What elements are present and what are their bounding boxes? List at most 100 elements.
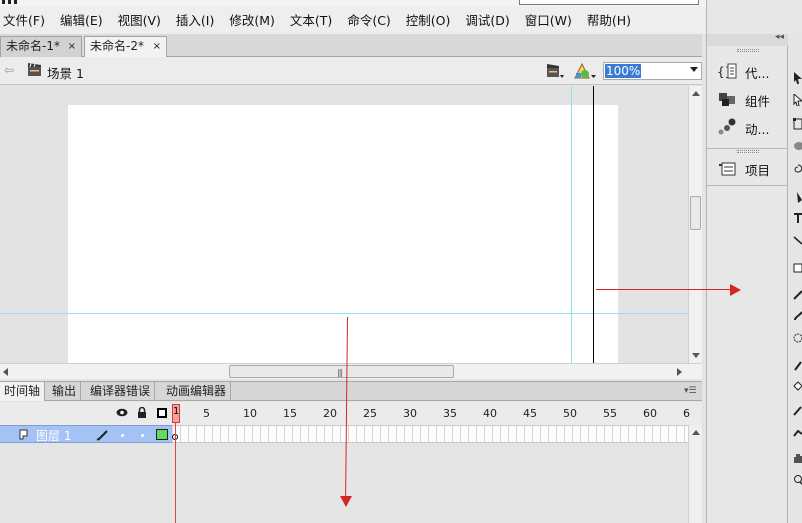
eraser-tool-icon[interactable] [793, 428, 802, 440]
ruler-tick: 30 [403, 407, 417, 420]
workspace-switcher-area [706, 0, 802, 34]
paint-bucket-tool-icon[interactable] [793, 380, 802, 392]
frame-ruler[interactable]: 5 10 15 20 25 30 35 40 45 50 55 60 6 [172, 402, 690, 425]
app-logo-icon [0, 0, 20, 4]
timeline-empty-area [0, 443, 688, 523]
edit-scene-icon[interactable] [546, 63, 564, 79]
3d-rotation-tool-icon[interactable] [793, 140, 802, 152]
menu-help[interactable]: 帮助(H) [583, 12, 635, 30]
zoom-value[interactable]: 100% [605, 64, 642, 78]
menu-modify[interactable]: 修改(M) [225, 12, 279, 30]
doc-tab-label: 未命名-2* [90, 39, 144, 53]
menu-edit[interactable]: 编辑(E) [56, 12, 107, 30]
layer-name[interactable]: 图层 1 [36, 427, 71, 444]
tab-timeline[interactable]: 时间轴 [0, 382, 46, 401]
dock-item-components[interactable]: 组件 [717, 88, 787, 110]
menu-file[interactable]: 文件(F) [0, 12, 49, 30]
menu-window[interactable]: 窗口(W) [521, 12, 576, 30]
menu-debug[interactable]: 调试(D) [461, 12, 513, 30]
dock-item-label: 动... [745, 122, 770, 137]
tab-motion-editor[interactable]: 动画编辑器 [162, 382, 232, 401]
vertical-guide[interactable] [571, 86, 572, 363]
line-tool-icon[interactable] [793, 234, 802, 246]
eye-icon[interactable] [116, 408, 128, 417]
lock-dot[interactable] [141, 434, 144, 437]
menu-commands[interactable]: 命令(C) [343, 12, 394, 30]
scroll-up-icon[interactable] [692, 430, 700, 435]
dock-grip[interactable] [737, 150, 759, 153]
lasso-tool-icon[interactable] [793, 164, 802, 176]
layer-row[interactable]: 图层 1 [0, 425, 172, 443]
close-icon[interactable]: × [153, 37, 161, 56]
stage[interactable] [68, 105, 618, 363]
stage-vertical-scrollbar[interactable] [688, 86, 702, 363]
menu-insert[interactable]: 插入(I) [172, 12, 218, 30]
motion-presets-icon [718, 118, 736, 135]
scroll-down-icon[interactable] [692, 353, 700, 358]
eyedropper-tool-icon[interactable] [793, 404, 802, 416]
pen-tool-icon[interactable] [793, 192, 802, 204]
lock-icon[interactable] [137, 407, 147, 418]
chevron-down-icon[interactable] [690, 67, 698, 72]
doc-tab-untitled-1[interactable]: 未命名-1* × [0, 36, 82, 57]
rectangle-tool-icon[interactable] [793, 262, 802, 274]
outline-icon[interactable] [157, 408, 167, 418]
back-arrow-icon[interactable]: ⇦ [4, 63, 14, 77]
timeline-vertical-scrollbar[interactable] [688, 425, 702, 523]
scene-label[interactable]: 场景 1 [47, 63, 84, 82]
hand-tool-icon[interactable] [793, 452, 802, 464]
dock-separator [707, 148, 789, 149]
visibility-dot[interactable] [121, 434, 124, 437]
zoom-tool-icon[interactable] [793, 474, 802, 486]
doc-tab-untitled-2[interactable]: 未命名-2* × [84, 36, 167, 58]
pasteboard[interactable] [0, 86, 688, 363]
pencil-icon [96, 430, 108, 441]
tools-panel [788, 34, 802, 523]
selection-tool-icon[interactable] [793, 72, 802, 84]
scroll-left-icon[interactable] [3, 368, 8, 376]
ruler-tick: 20 [323, 407, 337, 420]
brush-tool-icon[interactable] [793, 310, 802, 322]
text-tool-icon[interactable] [793, 212, 802, 224]
panel-menu-icon[interactable]: ▾☰ [684, 386, 697, 396]
edit-symbols-icon[interactable] [573, 62, 597, 80]
menu-control[interactable]: 控制(O) [402, 12, 455, 30]
ruler-tick: 55 [603, 407, 617, 420]
library-icon [719, 162, 736, 176]
pencil-tool-icon[interactable] [793, 288, 802, 300]
stage-horizontal-scrollbar[interactable]: ||| [0, 363, 702, 379]
zoom-select[interactable]: 100% [603, 62, 702, 80]
tab-output[interactable]: 输出 [48, 382, 82, 401]
clapperboard-icon [28, 63, 41, 76]
scroll-up-icon[interactable] [692, 91, 700, 96]
subselection-tool-icon[interactable] [793, 94, 802, 106]
close-icon[interactable]: × [68, 37, 76, 56]
tab-compiler-errors[interactable]: 编译器错误 [86, 382, 156, 401]
menu-view[interactable]: 视图(V) [114, 12, 165, 30]
scrollbar-thumb[interactable]: ||| [229, 365, 454, 378]
free-transform-tool-icon[interactable] [793, 118, 802, 130]
collapse-icon[interactable]: ◂◂ [775, 32, 784, 42]
dock-item-library[interactable]: 项目 [717, 157, 787, 179]
dock-item-code-snippets[interactable]: {} 代... [717, 60, 787, 82]
ruler-tick: 40 [483, 407, 497, 420]
horizontal-guide[interactable] [0, 313, 688, 314]
layer-outline-color-swatch[interactable] [156, 429, 168, 440]
search-field[interactable] [519, 0, 699, 5]
frame-cells[interactable] [172, 425, 688, 443]
scrollbar-grip: ||| [337, 368, 343, 377]
scrollbar-thumb[interactable] [690, 196, 701, 230]
menu-text[interactable]: 文本(T) [286, 12, 336, 30]
playhead-frame-number: 1 [173, 406, 180, 417]
scroll-right-icon[interactable] [677, 368, 682, 376]
deco-tool-icon[interactable] [793, 332, 802, 344]
ruler-tick: 50 [563, 407, 577, 420]
bone-tool-icon[interactable] [793, 360, 802, 372]
right-panel-dock: ◂◂ {} 代... 组件 动... 项目 [706, 32, 789, 523]
dock-item-motion-presets[interactable]: 动... [717, 116, 787, 138]
dock-grip[interactable] [737, 49, 759, 52]
line-shape[interactable] [593, 86, 594, 363]
annotation-arrowhead-right [730, 284, 741, 296]
dock-header: ◂◂ [707, 32, 789, 46]
ruler-tick: 25 [363, 407, 377, 420]
